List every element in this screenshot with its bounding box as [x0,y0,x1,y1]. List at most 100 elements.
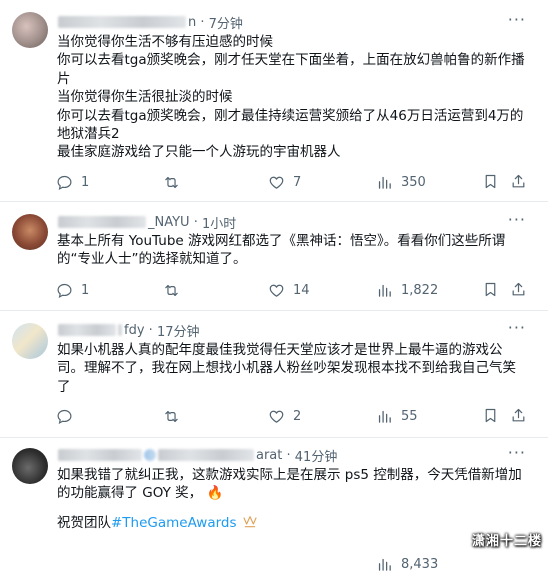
views-bar-chart-icon [378,558,391,571]
more-options-icon[interactable]: ··· [508,443,526,462]
action-bar: 1 14 1,822 [0,279,548,301]
hashtag-line: 祝贺团队#TheGameAwards [57,514,531,532]
text-line: 当你觉得你生活很扯淡的时候 [57,89,233,106]
timestamp[interactable]: 41分钟 [295,446,338,465]
view-count: 8,433 [401,556,439,572]
action-bar: 2 55 [0,405,548,427]
like-count: 2 [293,408,302,424]
fire-emoji: 🔥 [206,485,224,502]
text-line: 如果小机器人真的配年度最佳我觉得任天堂应该才是世界上最牛逼的游戏公 [57,342,503,358]
timestamp[interactable]: 1小时 [202,213,236,232]
text-line: 当你觉得你生活不够有压迫感的时候 [57,34,273,50]
views-bar-chart-icon [378,284,391,297]
hashtag-link[interactable]: #TheGameAwards [111,515,237,531]
redacted-username [58,16,186,28]
reply-button[interactable]: 1 [56,171,89,193]
views-button[interactable]: 8,433 [376,553,438,575]
view-count: 350 [401,174,426,190]
avatar[interactable] [12,448,48,484]
like-button[interactable]: 14 [268,279,310,301]
tweet-header: n · 7分钟 [58,13,243,32]
tweet-1[interactable]: n · 7分钟 ··· 当你觉得你生活不够有压迫感的时候 你可以去看tga颁奖晚… [0,0,548,202]
like-button[interactable]: 2 [268,405,301,427]
tweet-text: 当你觉得你生活不够有压迫感的时候 你可以去看tga颁奖晚会，刚才任天堂在下面坐着… [57,33,531,162]
reply-count: 1 [81,174,90,190]
redacted-username [58,324,116,336]
timestamp[interactable]: 17分钟 [157,321,200,340]
view-count: 1,822 [401,282,439,298]
reply-button[interactable] [56,405,81,427]
more-options-icon[interactable]: ··· [508,318,526,337]
views-button[interactable]: 350 [376,171,426,193]
heart-icon [269,284,284,297]
action-bar: 8,433 [0,553,548,575]
reply-icon [57,175,72,190]
tweet-header: arat · 41分钟 [58,446,338,465]
views-bar-chart-icon [378,176,391,189]
text-line: 地狱潜兵2 [57,126,120,143]
reply-icon [57,409,72,424]
more-options-icon[interactable]: ··· [508,10,526,29]
more-options-icon[interactable]: ··· [508,210,526,229]
retweet-button[interactable] [163,171,188,193]
views-button[interactable]: 55 [376,405,418,427]
retweet-icon [165,176,178,188]
views-button[interactable]: 1,822 [376,279,438,301]
handle-suffix: n [188,14,197,30]
retweet-button[interactable] [163,279,188,301]
reply-icon [57,283,72,298]
tweet-header: fdy · 17分钟 [58,321,200,340]
bookmark-icon[interactable] [482,407,499,424]
text-line: 基本上所有 YouTube 游戏网红都选了《黑神话：悟空》。看看你们这些所谓 [57,233,506,249]
bookmark-icon[interactable] [482,173,499,190]
text-line: 片 [57,70,71,87]
bookmark-icon[interactable] [482,281,499,298]
retweet-button[interactable] [163,405,188,427]
view-count: 55 [401,408,418,424]
text-line: 的“专业人士”的选择就知道了。 [57,251,247,268]
tweet-2[interactable]: _NAYU · 1小时 ··· 基本上所有 YouTube 游戏网红都选了《黑神… [0,202,548,311]
tweet-4[interactable]: arat · 41分钟 ··· 如果我错了就纠正我，这款游戏实际上是在展示 ps… [0,438,548,572]
avatar[interactable] [12,214,48,250]
tweet-text: 基本上所有 YouTube 游戏网红都选了《黑神话：悟空》。看看你们这些所谓 的… [57,232,531,269]
handle-suffix: _NAYU [148,214,190,230]
text-line: 你可以去看tga颁奖晚会，刚才任天堂在下面坐着，上面在放幻兽帕鲁的新作播 [57,52,525,69]
handle-suffix: fdy [124,322,145,338]
text-line: 的功能赢得了 GOY 奖， 🔥 [57,485,224,502]
share-icon[interactable] [510,281,527,298]
tweet-3[interactable]: fdy · 17分钟 ··· 如果小机器人真的配年度最佳我觉得任天堂应该才是世界… [0,311,548,438]
redacted-username [58,216,146,228]
verified-badge-icon [144,449,156,461]
action-bar: 1 7 350 [0,171,548,193]
tweet-text: 如果小机器人真的配年度最佳我觉得任天堂应该才是世界上最牛逼的游戏公 司。理解不了… [57,341,531,396]
avatar[interactable] [12,323,48,359]
avatar[interactable] [12,12,48,48]
share-icon[interactable] [510,407,527,424]
hashtag-prefix: 祝贺团队 [57,514,111,531]
tweet-text: 如果我错了就纠正我，这款游戏实际上是在展示 ps5 控制器，今天凭借新增加 的功… [57,466,531,532]
heart-icon [269,410,284,423]
handle-suffix: arat [256,447,283,463]
watermark: 潇湘十二楼 [471,534,542,549]
views-bar-chart-icon [378,410,391,423]
text-line: 你可以去看tga颁奖晚会，刚才最佳持续运营奖颁给了从46万日活运营到4万的 [57,107,524,124]
like-count: 7 [293,174,302,190]
text-line: 如果我错了就纠正我，这款游戏实际上是在展示 ps5 控制器，今天凭借新增加 [57,467,522,483]
reply-button[interactable]: 1 [56,279,89,301]
retweet-icon [165,410,178,422]
text-line: 最佳家庭游戏给了只能一个人游玩的宇宙机器人 [57,144,341,161]
trophy-icon [243,515,257,528]
text-line: 了 [57,378,71,395]
like-button[interactable]: 7 [268,171,301,193]
redacted-username [58,449,142,461]
like-count: 14 [293,282,310,298]
heart-icon [269,176,284,189]
share-icon[interactable] [510,173,527,190]
tweet-header: _NAYU · 1小时 [58,213,236,232]
redacted-username [158,449,254,461]
retweet-icon [165,284,178,296]
reply-count: 1 [81,282,90,298]
redacted-username [118,324,122,336]
text-line: 司。理解不了，我在网上想找小机器人粉丝吵架发现根本找不到给我自己气笑 [57,360,516,377]
timestamp[interactable]: 7分钟 [209,13,243,32]
